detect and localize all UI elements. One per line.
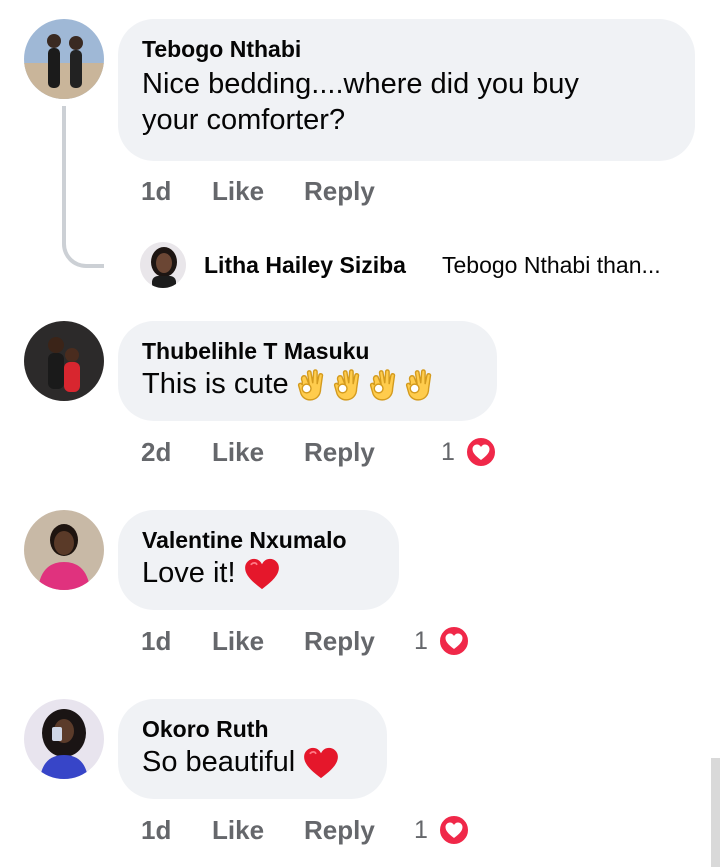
comment-actions: 1d Like Reply 1	[141, 810, 501, 850]
comment-text: So beautiful	[142, 746, 296, 778]
comment-bubble: Tebogo Nthabi Nice bedding....where did …	[118, 19, 695, 161]
comment-bubble: Valentine Nxumalo Love it!	[118, 510, 399, 610]
reaction-count: 1	[441, 438, 455, 466]
comment-text: This is cute	[142, 368, 289, 400]
reaction-summary[interactable]: 1	[414, 810, 474, 850]
profile-photo-icon	[24, 19, 104, 99]
comment-actions: 2d Like Reply 1	[141, 432, 521, 472]
comment-bubble: Thubelihle T Masuku This is cute	[118, 321, 497, 421]
comment-author[interactable]: Tebogo Nthabi	[142, 35, 671, 63]
red-heart-icon	[303, 747, 339, 779]
reply-preview-row[interactable]: Litha Hailey Siziba Tebogo Nthabi than..…	[140, 242, 700, 288]
avatar[interactable]	[140, 242, 186, 288]
comment-bubble: Okoro Ruth So beautiful	[118, 699, 387, 799]
like-button[interactable]: Like	[212, 810, 264, 850]
ok-hand-icon	[297, 369, 325, 401]
comment-text: Love it!	[142, 557, 236, 589]
love-reaction-icon	[438, 814, 470, 846]
comment-author[interactable]: Thubelihle T Masuku	[142, 337, 473, 365]
reply-button[interactable]: Reply	[304, 621, 375, 661]
reaction-count: 1	[414, 627, 428, 655]
comment-time[interactable]: 1d	[141, 810, 171, 850]
avatar[interactable]	[24, 321, 104, 401]
reply-button[interactable]: Reply	[304, 432, 375, 472]
avatar[interactable]	[24, 19, 104, 99]
ok-hand-icon	[333, 369, 361, 401]
reply-thread-connector	[62, 106, 104, 268]
profile-photo-icon	[24, 699, 104, 779]
like-button[interactable]: Like	[212, 621, 264, 661]
like-button[interactable]: Like	[212, 171, 264, 211]
love-reaction-icon	[438, 625, 470, 657]
comment-text-row: Love it!	[142, 556, 375, 590]
reaction-count: 1	[414, 816, 428, 844]
comment-author[interactable]: Valentine Nxumalo	[142, 526, 375, 554]
reaction-summary[interactable]: 1	[414, 621, 474, 661]
reply-preview-text[interactable]: Tebogo Nthabi than...	[442, 251, 661, 279]
comment-time[interactable]: 2d	[141, 432, 171, 472]
comment-text-row: So beautiful	[142, 745, 363, 779]
profile-photo-icon	[24, 321, 104, 401]
ok-hand-icon	[405, 369, 433, 401]
comment-author[interactable]: Okoro Ruth	[142, 715, 363, 743]
comment-text-line: Nice bedding....where did you buy	[142, 68, 579, 100]
profile-photo-icon	[24, 510, 104, 590]
reply-button[interactable]: Reply	[304, 171, 375, 211]
comment-text-line: your comforter?	[142, 104, 346, 136]
avatar[interactable]	[24, 510, 104, 590]
ok-hand-icon	[369, 369, 397, 401]
reaction-summary[interactable]: 1	[441, 432, 501, 472]
comment-time[interactable]: 1d	[141, 621, 171, 661]
love-reaction-icon	[465, 436, 497, 468]
red-heart-icon	[244, 558, 280, 590]
like-button[interactable]: Like	[212, 432, 264, 472]
profile-photo-icon	[140, 242, 186, 288]
avatar[interactable]	[24, 699, 104, 779]
scrollbar[interactable]	[711, 758, 720, 867]
reply-button[interactable]: Reply	[304, 810, 375, 850]
reply-author[interactable]: Litha Hailey Siziba	[204, 251, 406, 279]
comment-time[interactable]: 1d	[141, 171, 171, 211]
comment-text-row: This is cute	[142, 367, 473, 401]
comment-actions: 1d Like Reply 1	[141, 621, 501, 661]
